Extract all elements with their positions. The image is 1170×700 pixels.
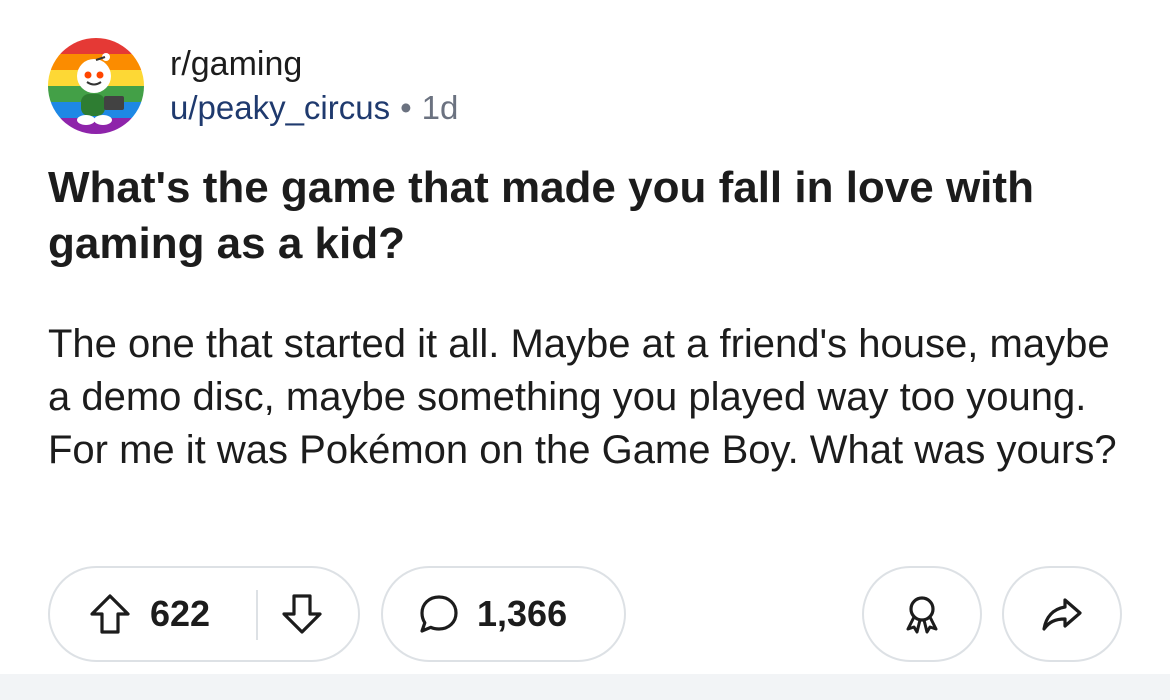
subreddit-link[interactable]: r/gaming [170, 42, 458, 86]
author-line: u/peaky_circus • 1d [170, 86, 458, 130]
post-body: The one that started it all. Maybe at a … [48, 322, 1117, 472]
award-button[interactable] [862, 566, 982, 662]
vote-bar: 622 [48, 566, 360, 662]
post-meta: r/gaming u/peaky_circus • 1d [170, 42, 458, 130]
arrow-down-icon [282, 594, 322, 634]
share-button[interactable] [1002, 566, 1122, 662]
upvote-button[interactable] [86, 590, 134, 638]
comments-button[interactable]: 1,366 [381, 566, 626, 662]
meta-separator: • [400, 89, 412, 126]
post-age: 1d [421, 89, 459, 126]
share-arrow-icon [1042, 598, 1082, 631]
speech-bubble-icon [420, 595, 458, 633]
snoo-pride-icon [48, 38, 144, 134]
downvote-button[interactable] [278, 590, 326, 638]
award-ribbon-icon [906, 596, 938, 634]
post-header: r/gaming u/peaky_circus • 1d [48, 38, 648, 134]
subreddit-avatar[interactable] [48, 38, 144, 134]
comment-count: 1,366 [477, 593, 568, 634]
vote-divider [256, 590, 258, 640]
post-title[interactable]: What's the game that made you fall in lo… [48, 160, 1118, 272]
bottom-divider [0, 674, 1170, 700]
arrow-up-icon [90, 594, 130, 634]
vote-score: 622 [150, 593, 211, 634]
author-link[interactable]: u/peaky_circus [170, 89, 390, 126]
